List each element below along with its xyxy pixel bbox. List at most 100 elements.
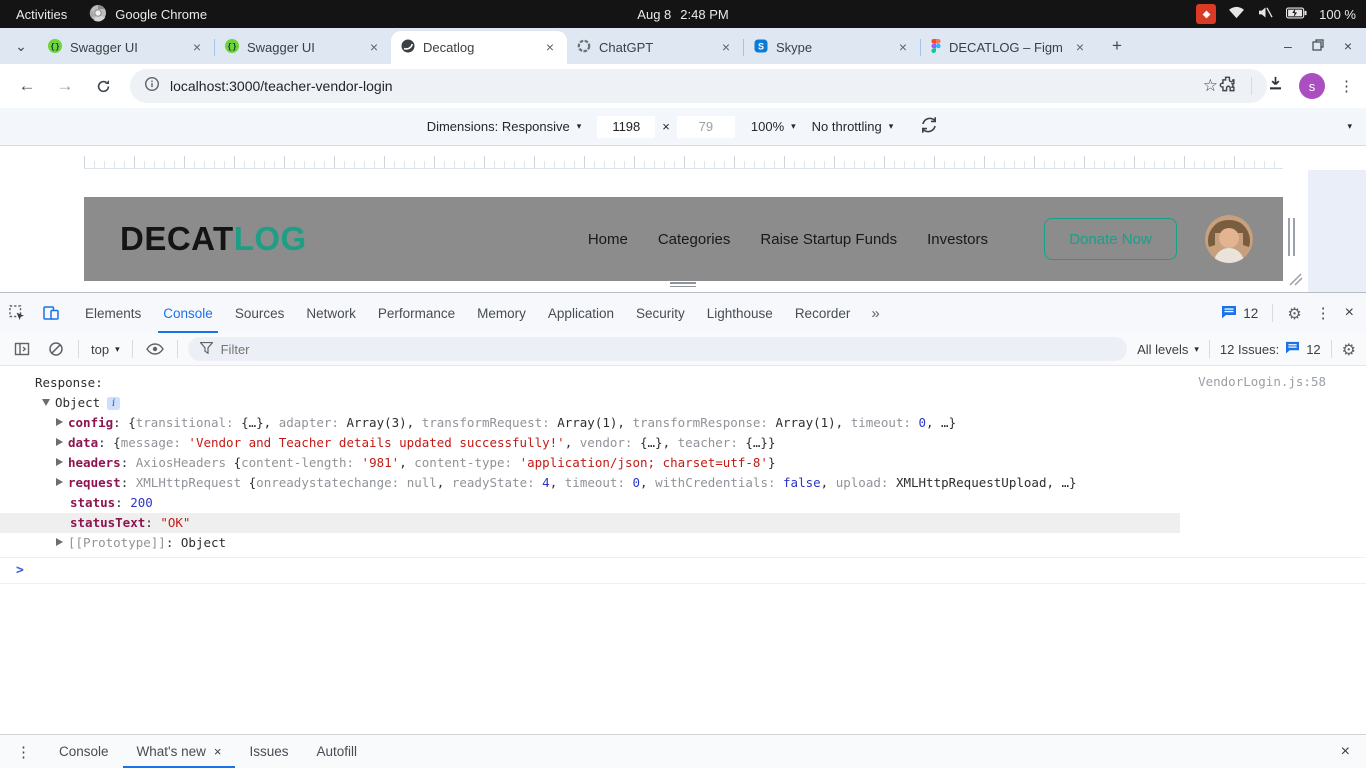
browser-tab-swagger-ui[interactable]: {}Swagger UI×	[38, 31, 214, 64]
page-scrollbar[interactable]	[1288, 218, 1296, 256]
expand-right-icon[interactable]	[56, 478, 63, 486]
devtools-tab-performance[interactable]: Performance	[367, 293, 466, 333]
expand-down-icon[interactable]	[42, 399, 50, 406]
browser-menu-icon[interactable]: ⋮	[1339, 77, 1354, 95]
rotate-viewport-icon[interactable]	[919, 116, 939, 137]
issues-summary[interactable]: 12 Issues: 12	[1220, 341, 1321, 357]
drawer-menu-icon[interactable]: ⋮	[16, 743, 31, 761]
expand-right-icon[interactable]	[56, 418, 63, 426]
close-devtools-icon[interactable]: ×	[1345, 304, 1354, 322]
live-expression-eye-icon[interactable]	[143, 343, 167, 355]
console-filter[interactable]	[188, 337, 1127, 361]
screen-record-indicator-icon[interactable]	[1196, 4, 1216, 24]
tab-search-button[interactable]: ⌄	[6, 31, 36, 61]
viewport-height-input[interactable]	[677, 116, 735, 138]
url-text[interactable]: localhost:3000/teacher-vendor-login	[170, 78, 393, 94]
toolbar-divider	[78, 340, 79, 358]
tab-close-icon[interactable]: ×	[1071, 39, 1089, 57]
focused-app[interactable]: Google Chrome	[89, 4, 207, 25]
user-avatar[interactable]	[1205, 215, 1253, 263]
activities-button[interactable]: Activities	[16, 7, 67, 22]
device-toolbar-more-icon[interactable]: ▾	[1347, 121, 1352, 132]
minimize-button[interactable]: –	[1284, 38, 1292, 54]
drawer-tab-console[interactable]: Console	[45, 735, 123, 768]
nav-link-raise-startup-funds[interactable]: Raise Startup Funds	[760, 231, 897, 248]
close-window-button[interactable]: ×	[1344, 38, 1352, 54]
devtools-settings-icon[interactable]: ⚙	[1287, 304, 1301, 323]
browser-tab-chatgpt[interactable]: ChatGPT×	[567, 31, 743, 64]
devtools-tab-lighthouse[interactable]: Lighthouse	[696, 293, 784, 333]
viewport-width-input[interactable]	[597, 116, 655, 138]
downloads-icon[interactable]	[1266, 74, 1285, 98]
site-info-icon[interactable]	[144, 76, 160, 97]
close-drawer-icon[interactable]: ×	[1341, 743, 1350, 761]
nav-link-investors[interactable]: Investors	[927, 231, 988, 248]
battery-icon[interactable]	[1286, 7, 1307, 22]
more-panels-icon[interactable]: »	[861, 305, 889, 322]
log-levels-select[interactable]: All levels ▾	[1137, 342, 1199, 357]
expand-right-icon[interactable]	[56, 538, 63, 546]
devtools-split-handle[interactable]	[670, 280, 696, 289]
expand-right-icon[interactable]	[56, 458, 63, 466]
console-sidebar-icon[interactable]	[10, 341, 34, 357]
new-tab-button[interactable]: +	[1103, 32, 1131, 60]
devtools-menu-icon[interactable]: ⋮	[1316, 304, 1331, 322]
tab-close-icon[interactable]: ×	[188, 39, 206, 57]
zoom-select[interactable]: 100% ▾	[751, 119, 796, 134]
issues-counter[interactable]: 12	[1221, 305, 1258, 322]
drawer-tab-what-s-new[interactable]: What's new×	[123, 735, 236, 768]
browser-tab-swagger-ui[interactable]: {}Swagger UI×	[215, 31, 391, 64]
toggle-device-toolbar-icon[interactable]	[34, 293, 68, 333]
tab-close-icon[interactable]: ×	[541, 39, 559, 57]
filter-input[interactable]	[221, 342, 1115, 357]
reload-button[interactable]	[88, 78, 118, 95]
drawer-tab-autofill[interactable]: Autofill	[303, 735, 372, 768]
browser-tab-decatlog[interactable]: Decatlog×	[391, 31, 567, 64]
clear-console-icon[interactable]	[44, 341, 68, 357]
browser-tab-decatlog-figm[interactable]: DECATLOG – Figm×	[921, 31, 1097, 64]
browser-tab-skype[interactable]: SSkype×	[744, 31, 920, 64]
console-source-link[interactable]: VendorLogin.js:58	[1198, 374, 1326, 389]
forward-button[interactable]: →	[50, 76, 80, 96]
dimensions-select[interactable]: Dimensions: Responsive ▾	[427, 119, 582, 134]
bookmark-star-icon[interactable]: ☆	[1203, 76, 1218, 96]
devtools-tab-console[interactable]: Console	[152, 293, 224, 333]
donate-now-button[interactable]: Donate Now	[1044, 218, 1177, 260]
site-logo[interactable]: DECATLOG	[120, 220, 307, 258]
chevron-down-icon: ▾	[577, 121, 582, 132]
nav-link-home[interactable]: Home	[588, 231, 628, 248]
devtools-tab-security[interactable]: Security	[625, 293, 696, 333]
devtools-tab-recorder[interactable]: Recorder	[784, 293, 862, 333]
clock[interactable]: Aug 8 2:48 PM	[637, 7, 728, 22]
expand-right-icon[interactable]	[56, 438, 63, 446]
extensions-icon[interactable]	[1218, 74, 1237, 98]
console-token: Array(3),	[346, 415, 421, 430]
viewport-resize-handle[interactable]	[1288, 272, 1304, 291]
drawer-tab-issues[interactable]: Issues	[235, 735, 302, 768]
restore-button[interactable]	[1312, 38, 1324, 54]
devtools-tab-application[interactable]: Application	[537, 293, 625, 333]
clock-time: 2:48 PM	[680, 7, 728, 22]
tab-close-icon[interactable]: ×	[365, 39, 383, 57]
address-bar[interactable]: localhost:3000/teacher-vendor-login	[130, 69, 1267, 103]
back-button[interactable]: ←	[12, 76, 42, 96]
tab-close-icon[interactable]: ×	[894, 39, 912, 57]
profile-avatar[interactable]: s	[1299, 73, 1325, 99]
console-settings-icon[interactable]: ⚙	[1342, 340, 1356, 359]
console-token: false	[783, 475, 821, 490]
wifi-icon[interactable]	[1228, 6, 1245, 22]
devtools-tab-network[interactable]: Network	[295, 293, 367, 333]
devtools-tab-sources[interactable]: Sources	[224, 293, 296, 333]
toolbar-divider	[177, 340, 178, 358]
devtools-tab-memory[interactable]: Memory	[466, 293, 537, 333]
devtools-tab-elements[interactable]: Elements	[74, 293, 152, 333]
tab-close-icon[interactable]: ×	[717, 39, 735, 57]
nav-link-categories[interactable]: Categories	[658, 231, 731, 248]
inspect-element-icon[interactable]	[0, 293, 34, 333]
throttling-select[interactable]: No throttling ▾	[812, 119, 894, 134]
volume-muted-icon[interactable]	[1257, 6, 1274, 22]
drawer-tab-close-icon[interactable]: ×	[214, 744, 222, 759]
console-prompt-row[interactable]: >	[0, 558, 1366, 584]
console-token: readyState:	[452, 475, 542, 490]
execution-context-select[interactable]: top ▾	[89, 342, 122, 357]
